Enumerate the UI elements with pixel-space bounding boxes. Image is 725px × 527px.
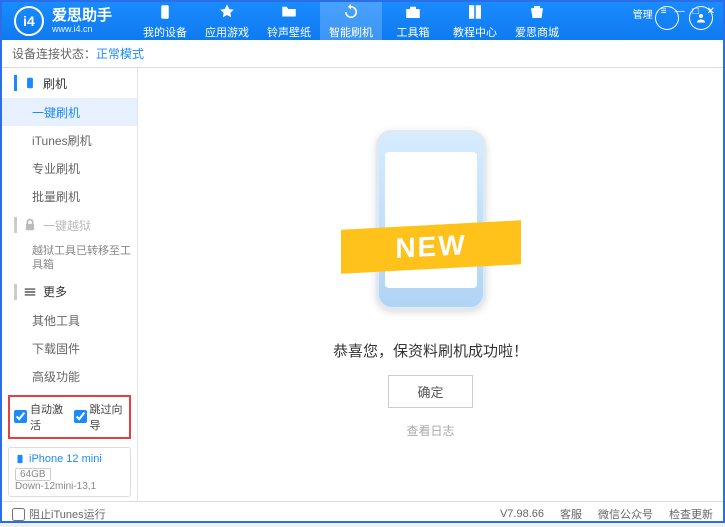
device-storage: 64GB [15,468,51,481]
success-message: 恭喜您，保资料刷机成功啦！ [333,340,528,361]
app-window: i4 爱思助手 www.i4.cn 我的设备 应用游戏 铃声壁纸 智能刷机 工具… [0,0,725,523]
tab-my-device[interactable]: 我的设备 [134,2,196,40]
sidebar-item-oneclick-flash[interactable]: 一键刷机 [2,98,137,126]
apps-icon [217,2,237,22]
success-illustration: NEW [356,130,506,320]
nav-tabs: 我的设备 应用游戏 铃声壁纸 智能刷机 工具箱 教程中心 爱思商城 [134,2,568,40]
sidebar-item-batch-flash[interactable]: 批量刷机 [2,182,137,210]
sidebar-item-itunes-flash[interactable]: iTunes刷机 [2,126,137,154]
brand-url: www.i4.cn [52,24,112,34]
checkbox-auto-activate[interactable]: 自动激活 [14,401,66,433]
wechat-link[interactable]: 微信公众号 [598,506,653,522]
logo-icon: i4 [14,6,44,36]
sidebar-header-more[interactable]: 更多 [2,277,137,307]
phone-small-icon [15,452,25,466]
book-icon [465,2,485,22]
view-log-link[interactable]: 查看日志 [406,422,454,439]
confirm-button[interactable]: 确定 [388,375,472,408]
tab-store[interactable]: 爱思商城 [506,2,568,40]
support-link[interactable]: 客服 [560,506,582,522]
phone-icon [23,76,37,90]
sidebar-header-flash[interactable]: 刷机 [2,68,137,98]
main-panel: NEW 恭喜您，保资料刷机成功啦！ 确定 查看日志 [138,68,723,501]
tab-toolbox[interactable]: 工具箱 [382,2,444,40]
device-card[interactable]: iPhone 12 mini 64GB Down-12mini-13,1 [8,447,131,497]
tab-tutorials[interactable]: 教程中心 [444,2,506,40]
sidebar-options-row: 自动激活 跳过向导 [8,395,131,439]
store-icon [527,2,547,22]
brand-area: i4 爱思助手 www.i4.cn [2,6,124,36]
sidebar-jailbreak-note: 越狱工具已转移至工具箱 [2,240,137,277]
status-label: 设备连接状态： [12,45,96,62]
list-icon [23,285,37,299]
brand-title: 爱思助手 [52,8,112,25]
device-model: Down-12mini-13,1 [15,481,124,492]
sidebar-item-download-fw[interactable]: 下载固件 [2,335,137,363]
status-bar: 设备连接状态： 正常模式 [2,40,723,68]
folder-icon [279,2,299,22]
sidebar: 刷机 一键刷机 iTunes刷机 专业刷机 批量刷机 一键越狱 越狱工具已转移至… [2,68,138,501]
device-icon [155,2,175,22]
user-icon[interactable] [689,6,713,30]
body-area: 设备连接状态： 正常模式 刷机 一键刷机 iTunes刷机 专业刷机 批量刷机 … [2,40,723,527]
tab-smart-flash[interactable]: 智能刷机 [320,2,382,40]
version-label: V7.98.66 [500,508,544,520]
checkbox-skip-guide[interactable]: 跳过向导 [74,401,126,433]
toolbox-icon [403,2,423,22]
refresh-icon [341,2,361,22]
checkbox-block-itunes[interactable]: 阻止iTunes运行 [12,506,106,522]
sidebar-item-other-tools[interactable]: 其他工具 [2,307,137,335]
lock-icon [23,218,37,232]
settings-button[interactable]: 管理 [633,6,653,21]
titlebar-actions [655,6,713,30]
device-name: iPhone 12 mini [15,452,124,466]
sidebar-item-pro-flash[interactable]: 专业刷机 [2,154,137,182]
content: 刷机 一键刷机 iTunes刷机 专业刷机 批量刷机 一键越狱 越狱工具已转移至… [2,68,723,501]
tab-apps-games[interactable]: 应用游戏 [196,2,258,40]
new-ribbon: NEW [341,220,521,273]
titlebar: i4 爱思助手 www.i4.cn 我的设备 应用游戏 铃声壁纸 智能刷机 工具… [2,2,723,40]
sidebar-item-advanced[interactable]: 高级功能 [2,363,137,391]
sidebar-header-jailbreak: 一键越狱 [2,210,137,240]
check-update-link[interactable]: 检查更新 [669,506,713,522]
tab-ringtone-wallpaper[interactable]: 铃声壁纸 [258,2,320,40]
status-value: 正常模式 [96,45,144,62]
download-icon[interactable] [655,6,679,30]
